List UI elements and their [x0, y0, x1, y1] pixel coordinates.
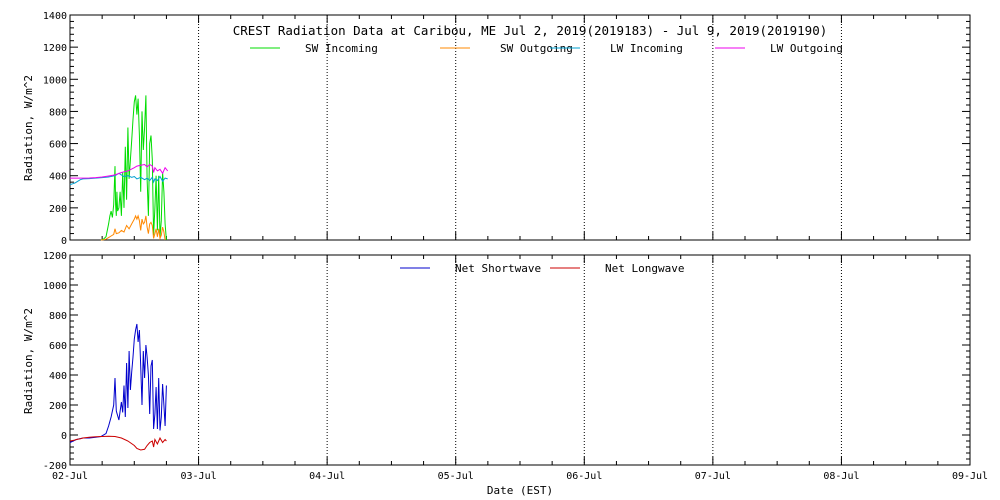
y-tick-label: 1000	[43, 281, 67, 292]
series-line-net-shortwave	[69, 323, 167, 443]
bottom-y-tick-labels: -200020040060080010001200	[43, 251, 67, 472]
y-tick-label: 600	[49, 140, 67, 151]
y-tick-label: 600	[49, 341, 67, 352]
x-tick-label: 02-Jul	[52, 471, 88, 482]
bottom-grid	[198, 255, 842, 465]
y-tick-label: 400	[49, 371, 67, 382]
series-line-net-longwave	[69, 435, 167, 451]
legend-label: Net Shortwave	[455, 262, 541, 275]
radiation-chart: 0 200 400 600 800 1000 1200 1400 CREST Radiatio…	[22, 11, 988, 497]
y-tick-label: 800	[49, 107, 67, 118]
series-line-sw-outgoing	[100, 214, 166, 241]
x-axis-label: Date (EST)	[487, 484, 553, 497]
y-tick-label: 800	[49, 311, 67, 322]
y-tick-label: 200	[49, 401, 67, 412]
x-tick-label: 07-Jul	[695, 471, 731, 482]
x-tick-label: 08-Jul	[823, 471, 859, 482]
legend-label: Net Longwave	[605, 262, 684, 275]
y-tick-label: 0	[61, 236, 67, 247]
y-tick-label: 1400	[43, 11, 67, 22]
top-legend: SW Incoming SW Outgoing LW Incoming LW Outg…	[250, 42, 843, 55]
top-y-tick-labels: 0 200 400 600 800 1000 1200 1400	[43, 11, 67, 247]
x-tick-label: 05-Jul	[438, 471, 474, 482]
legend-label: LW Outgoing	[770, 42, 843, 55]
bottom-legend: Net Shortwave Net Longwave	[400, 262, 684, 275]
y-tick-label: 1200	[43, 251, 67, 262]
chart-page: 0 200 400 600 800 1000 1200 1400 CREST Radiatio…	[0, 0, 1000, 500]
x-tick-labels: 02-Jul 03-Jul 04-Jul 05-Jul 06-Jul 07-Jul 08-J…	[52, 471, 988, 482]
bottom-plot-frame	[69, 254, 971, 466]
y-tick-label: 200	[49, 204, 67, 215]
x-tick-label: 03-Jul	[181, 471, 217, 482]
bottom-panel-net-radiation: -200020040060080010001200 02-Jul 03-Jul 04…	[22, 251, 988, 497]
y-tick-label: 0	[61, 431, 67, 442]
top-y-axis-label: Radiation, W/m^2	[22, 75, 35, 181]
top-series-lines	[69, 95, 169, 241]
legend-label: LW Incoming	[610, 42, 683, 55]
y-tick-label: 1200	[43, 43, 67, 54]
chart-title: CREST Radiation Data at Caribou, ME Jul …	[233, 23, 828, 38]
x-tick-label: 04-Jul	[309, 471, 345, 482]
x-tick-label: 06-Jul	[566, 471, 602, 482]
y-tick-label: 400	[49, 172, 67, 183]
y-tick-label: 1000	[43, 75, 67, 86]
legend-label: SW Incoming	[305, 42, 378, 55]
x-tick-label: 09-Jul	[952, 471, 988, 482]
bottom-y-axis-label: Radiation, W/m^2	[22, 308, 35, 414]
bottom-series-lines	[69, 323, 167, 451]
bottom-tick-marks	[69, 254, 971, 466]
top-panel-incoming-outgoing: 0 200 400 600 800 1000 1200 1400 CREST Radiatio…	[22, 11, 971, 247]
